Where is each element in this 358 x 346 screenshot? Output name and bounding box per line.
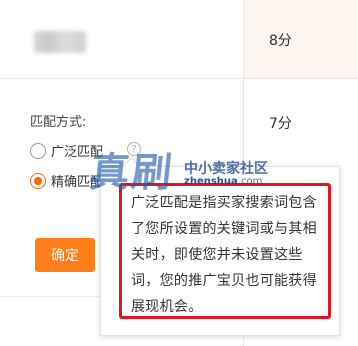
- confirm-button[interactable]: 确定: [35, 238, 95, 272]
- score-value: 8分: [269, 33, 292, 49]
- question-circle-icon[interactable]: ?: [127, 142, 141, 156]
- score-row-highlight: [244, 0, 358, 79]
- tooltip-highlight-box: 广泛匹配是指买家搜索词包含了您所设置的关键词或与其相关时，即使您并未设置这些词，…: [119, 183, 331, 319]
- blurred-product-thumbnail: [34, 31, 86, 53]
- score-value: 7分: [269, 116, 292, 132]
- row-divider: [0, 78, 243, 79]
- radio-exact-match-label: 精确匹配: [51, 175, 104, 190]
- radio-exact-match[interactable]: 精确匹配: [30, 171, 103, 190]
- tooltip-text: 广泛匹配是指买家搜索词包含了您所设置的关键词或与其相关时，即使您并未设置这些词，…: [131, 195, 317, 315]
- match-type-label: 匹配方式:: [30, 115, 87, 130]
- radio-broad-match[interactable]: 广泛匹配: [30, 141, 103, 160]
- help-tooltip: 广泛匹配是指买家搜索词包含了您所设置的关键词或与其相关时，即使您并未设置这些词，…: [100, 157, 340, 336]
- radio-checked-icon[interactable]: [30, 172, 46, 189]
- radio-broad-match-label: 广泛匹配: [51, 145, 104, 160]
- radio-circle-icon[interactable]: [30, 142, 46, 159]
